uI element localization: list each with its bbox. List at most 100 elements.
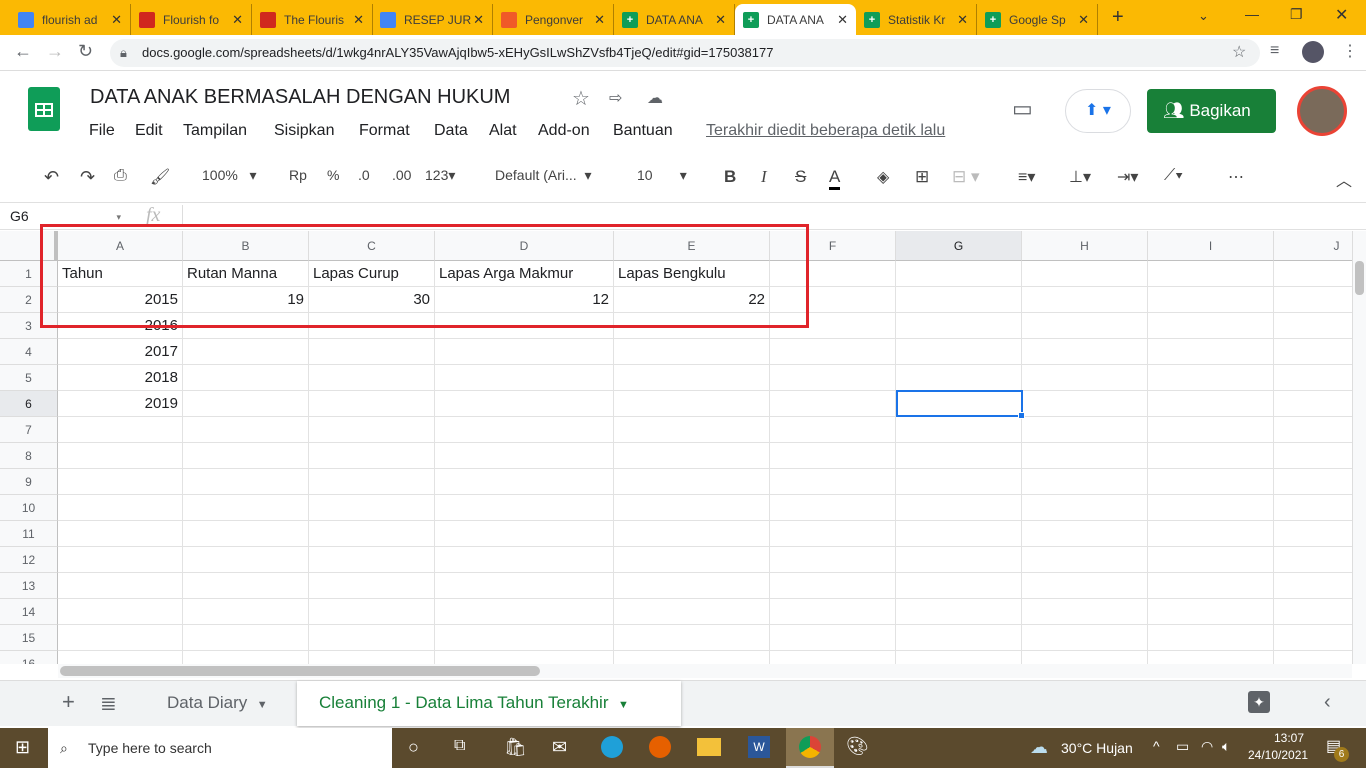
cell-h11[interactable] — [1022, 521, 1148, 547]
spreadsheet-grid[interactable]: A B C D E F G H I J 1 Tahun Rutan Manna Lapas Curup La… — [0, 231, 1352, 664]
cell-g5[interactable] — [896, 365, 1022, 391]
row-header-14[interactable]: 14 — [0, 599, 58, 625]
cell-a6[interactable]: 2019 — [58, 391, 183, 417]
cell-g13[interactable] — [896, 573, 1022, 599]
cell-d2[interactable]: 12 — [435, 287, 614, 313]
clock-date[interactable]: 24/10/2021 — [1248, 748, 1308, 762]
reading-list-icon[interactable]: ≡ — [1270, 42, 1279, 60]
decrease-decimal-button[interactable]: .0 — [358, 167, 370, 183]
browser-tab[interactable]: + Statistik Kr ✕ — [856, 4, 977, 35]
cell-j16[interactable] — [1274, 651, 1352, 664]
cell-b1[interactable]: Rutan Manna — [183, 261, 309, 287]
fill-color-icon[interactable]: ◈ — [877, 167, 889, 187]
close-tab-icon[interactable]: ✕ — [715, 12, 726, 28]
text-wrap-icon[interactable]: ⇥▾ — [1117, 167, 1138, 187]
cell-a12[interactable] — [58, 547, 183, 573]
cell-j1[interactable] — [1274, 261, 1352, 287]
row-header-12[interactable]: 12 — [0, 547, 58, 573]
cell-a10[interactable] — [58, 495, 183, 521]
cell-f3[interactable] — [770, 313, 896, 339]
sheet-tab-cleaning-1[interactable]: Cleaning 1 - Data Lima Tahun Terakhir ▼ — [297, 681, 681, 726]
cell-a5[interactable]: 2018 — [58, 365, 183, 391]
cell-b9[interactable] — [183, 469, 309, 495]
word-icon[interactable]: W — [748, 736, 770, 758]
cell-j5[interactable] — [1274, 365, 1352, 391]
cell-j12[interactable] — [1274, 547, 1352, 573]
close-tab-icon[interactable]: ✕ — [232, 12, 243, 28]
cell-h1[interactable] — [1022, 261, 1148, 287]
cell-f13[interactable] — [770, 573, 896, 599]
cell-c1[interactable]: Lapas Curup — [309, 261, 435, 287]
cell-h14[interactable] — [1022, 599, 1148, 625]
minimize-button[interactable]: — — [1245, 6, 1259, 22]
cell-b14[interactable] — [183, 599, 309, 625]
percent-button[interactable]: % — [327, 167, 339, 183]
cell-c15[interactable] — [309, 625, 435, 651]
menu-sisipkan[interactable]: Sisipkan — [274, 122, 334, 140]
print-icon[interactable]: ⎙ — [114, 167, 127, 185]
paint-format-icon[interactable]: 🖌︎ — [150, 167, 170, 187]
cell-g15[interactable] — [896, 625, 1022, 651]
cell-a2[interactable]: 2015 — [58, 287, 183, 313]
cell-b6[interactable] — [183, 391, 309, 417]
cell-b7[interactable] — [183, 417, 309, 443]
menu-file[interactable]: File — [89, 122, 115, 140]
borders-icon[interactable]: ⊞ — [915, 167, 929, 187]
browser-tab[interactable]: flourish ad ✕ — [10, 4, 131, 35]
hidden-icons-chevron[interactable]: ^ — [1153, 738, 1160, 754]
increase-decimal-button[interactable]: .00 — [392, 167, 411, 183]
cell-h3[interactable] — [1022, 313, 1148, 339]
more-icon[interactable]: ⋯ — [1228, 167, 1244, 187]
cell-f10[interactable] — [770, 495, 896, 521]
cell-c10[interactable] — [309, 495, 435, 521]
cell-e8[interactable] — [614, 443, 770, 469]
cell-c14[interactable] — [309, 599, 435, 625]
cell-f16[interactable] — [770, 651, 896, 664]
cell-i2[interactable] — [1148, 287, 1274, 313]
weather-text[interactable]: 30°C Hujan — [1061, 740, 1133, 756]
strikethrough-icon[interactable]: S — [795, 167, 806, 187]
cell-f7[interactable] — [770, 417, 896, 443]
cell-b2[interactable]: 19 — [183, 287, 309, 313]
cloud-status-icon[interactable]: ☁ — [647, 88, 663, 108]
cell-f2[interactable] — [770, 287, 896, 313]
row-header-13[interactable]: 13 — [0, 573, 58, 599]
column-header-a[interactable]: A — [58, 231, 183, 261]
cell-b8[interactable] — [183, 443, 309, 469]
chrome-taskbar-button[interactable] — [786, 728, 834, 768]
cell-i4[interactable] — [1148, 339, 1274, 365]
task-view-icon[interactable]: ⧉ — [454, 737, 465, 755]
cell-h2[interactable] — [1022, 287, 1148, 313]
cell-d7[interactable] — [435, 417, 614, 443]
italic-icon[interactable]: I — [761, 167, 767, 187]
cell-d14[interactable] — [435, 599, 614, 625]
more-formats-select[interactable]: 123▾ — [425, 167, 455, 184]
cortana-icon[interactable]: ○ — [408, 737, 419, 758]
cell-c12[interactable] — [309, 547, 435, 573]
name-box[interactable]: G6 ▾ — [10, 208, 125, 224]
menu-data[interactable]: Data — [434, 122, 468, 140]
back-icon[interactable]: ← — [14, 41, 32, 62]
browser-tab[interactable]: + Google Sp ✕ — [977, 4, 1098, 35]
row-header-5[interactable]: 5 — [0, 365, 58, 391]
cell-a16[interactable] — [58, 651, 183, 664]
menu-alat[interactable]: Alat — [489, 122, 517, 140]
cell-j11[interactable] — [1274, 521, 1352, 547]
cell-e1[interactable]: Lapas Bengkulu — [614, 261, 770, 287]
paint-icon[interactable]: 🎨︎ — [846, 736, 869, 757]
cell-i6[interactable] — [1148, 391, 1274, 417]
all-sheets-icon[interactable]: ≣ — [100, 691, 117, 716]
column-header-d[interactable]: D — [435, 231, 614, 261]
cell-e14[interactable] — [614, 599, 770, 625]
cell-e11[interactable] — [614, 521, 770, 547]
cell-e13[interactable] — [614, 573, 770, 599]
undo-icon[interactable]: ↶ — [44, 167, 59, 188]
cell-a11[interactable] — [58, 521, 183, 547]
cell-f14[interactable] — [770, 599, 896, 625]
cell-f1[interactable] — [770, 261, 896, 287]
cell-g2[interactable] — [896, 287, 1022, 313]
horizontal-scrollbar[interactable] — [58, 664, 1352, 678]
cell-e12[interactable] — [614, 547, 770, 573]
browser-tab[interactable]: Pengonver ✕ — [493, 4, 614, 35]
cell-c8[interactable] — [309, 443, 435, 469]
